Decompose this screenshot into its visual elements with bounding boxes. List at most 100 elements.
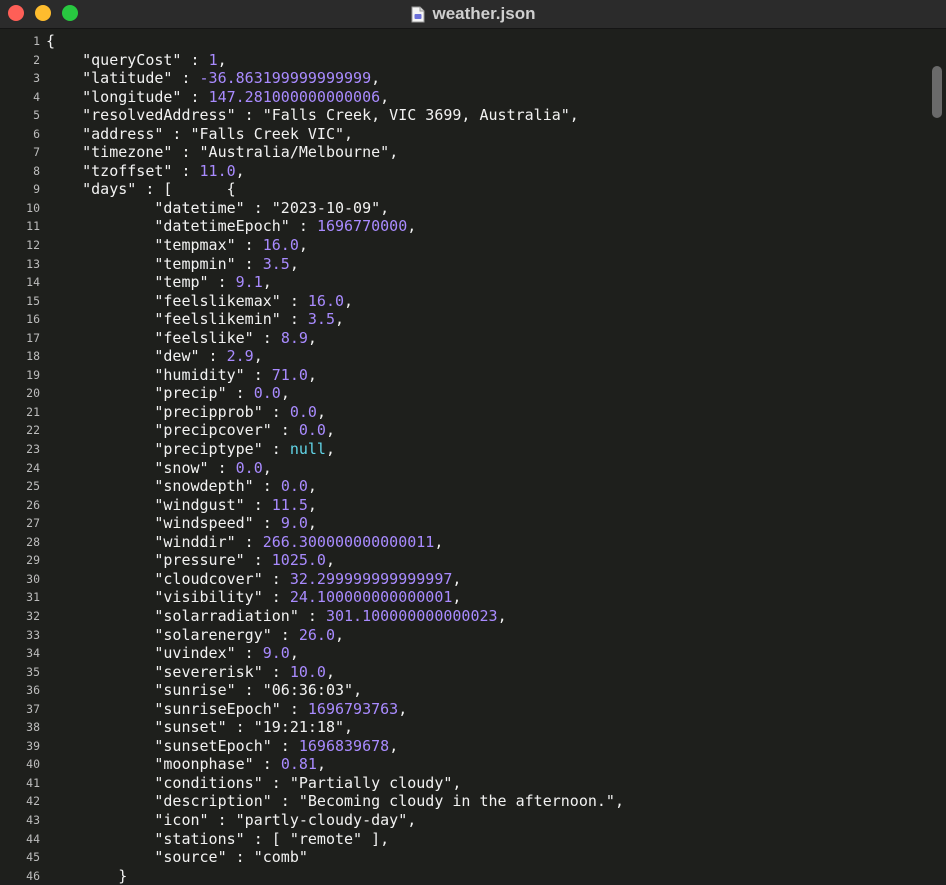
json-number: 0.0 — [253, 384, 281, 403]
line-code: "preciptype" : null, — [46, 440, 335, 459]
line-number: 20 — [26, 386, 40, 401]
json-number: 16.0 — [262, 236, 299, 255]
editor-window: weather.json 1 {2 "queryCost" : 1, 3 "lati… — [0, 0, 946, 885]
json-key: "solarradiation" — [154, 606, 299, 625]
json-punctuation — [46, 681, 154, 699]
json-key: "queryCost" — [82, 50, 182, 69]
json-punctuation — [46, 125, 82, 143]
json-string: "comb" — [253, 848, 308, 867]
scrollbar-thumb[interactable] — [932, 66, 942, 118]
line-number: 39 — [26, 738, 40, 753]
json-punctuation: : — [226, 848, 254, 867]
json-punctuation: , — [316, 755, 326, 774]
json-key: "days" — [82, 180, 137, 199]
json-punctuation: : — [262, 402, 290, 421]
json-punctuation — [46, 180, 82, 198]
json-key: "sunsetEpoch" — [154, 736, 272, 755]
json-punctuation — [46, 51, 82, 69]
json-punctuation — [46, 774, 154, 792]
json-punctuation: , — [217, 50, 227, 69]
json-key: "datetimeEpoch" — [154, 217, 290, 236]
line-number: 17 — [26, 330, 40, 345]
line-code: "pressure" : 1025.0, — [46, 551, 335, 570]
json-number: 3.5 — [262, 254, 290, 273]
json-key: "snow" — [154, 458, 209, 477]
line-number: 28 — [26, 534, 40, 549]
json-punctuation — [46, 700, 154, 718]
line-number: 19 — [26, 367, 40, 382]
json-punctuation — [46, 347, 154, 365]
line-number: 29 — [26, 553, 40, 568]
json-number: 1696793763 — [307, 699, 399, 718]
line-code: "queryCost" : 1, — [46, 51, 227, 70]
line-code: "sunriseEpoch" : 1696793763, — [46, 700, 407, 719]
json-punctuation: : — [289, 217, 317, 236]
json-number: 1696770000 — [316, 217, 408, 236]
line-code: "icon" : "partly-cloudy-day", — [46, 811, 416, 830]
json-punctuation: : — [172, 69, 200, 88]
json-punctuation: : — [235, 236, 263, 255]
json-key: "tempmin" — [154, 254, 236, 273]
json-punctuation: , — [262, 458, 272, 477]
json-key: "humidity" — [154, 365, 245, 384]
json-punctuation — [46, 459, 154, 477]
json-punctuation — [46, 255, 154, 273]
json-string: "19:21:18" — [253, 718, 345, 737]
json-punctuation — [46, 477, 154, 495]
json-punctuation — [46, 217, 154, 235]
json-punctuation — [46, 310, 154, 328]
json-number: 26.0 — [298, 625, 335, 644]
json-punctuation: , — [398, 699, 408, 718]
line-code: "precipprob" : 0.0, — [46, 403, 326, 422]
json-key: "address" — [82, 124, 164, 143]
json-punctuation: : — [163, 124, 191, 143]
line-code: "tempmax" : 16.0, — [46, 236, 308, 255]
line-code: "feelslike" : 8.9, — [46, 329, 317, 348]
json-punctuation: , — [262, 273, 272, 292]
json-punctuation — [46, 811, 154, 829]
json-punctuation: : — [253, 514, 281, 533]
json-punctuation: : — [280, 699, 308, 718]
line-number: 12 — [26, 238, 40, 253]
json-string: "Partially cloudy" — [289, 773, 453, 792]
line-code: "sunset" : "19:21:18", — [46, 718, 353, 737]
json-punctuation: , — [307, 477, 317, 496]
line-number: 26 — [26, 497, 40, 512]
json-string: "Falls Creek VIC" — [190, 124, 345, 143]
line-code: "longitude" : 147.281000000000006, — [46, 88, 389, 107]
json-string: "2023-10-09" — [271, 198, 381, 217]
json-punctuation: , — [497, 606, 507, 625]
json-punctuation: : — [262, 440, 290, 459]
vertical-scrollbar[interactable] — [932, 61, 942, 881]
json-number: 24.100000000000001 — [289, 588, 453, 607]
json-key: "winddir" — [154, 532, 236, 551]
json-string: "remote" — [289, 829, 363, 848]
json-punctuation: : — [262, 662, 290, 681]
json-punctuation: : — [244, 551, 272, 570]
json-punctuation — [46, 718, 154, 736]
json-key: "timezone" — [82, 143, 173, 162]
line-number: 4 — [33, 89, 40, 104]
line-number: 9 — [33, 182, 40, 197]
line-code: "tzoffset" : 11.0, — [46, 162, 245, 181]
json-punctuation — [46, 830, 154, 848]
json-string: "partly-cloudy-day" — [235, 810, 408, 829]
json-number: 0.0 — [235, 458, 263, 477]
json-key: "longitude" — [82, 87, 182, 106]
json-punctuation — [46, 848, 154, 866]
line-number: 16 — [26, 312, 40, 327]
line-number: 21 — [26, 404, 40, 419]
json-punctuation — [46, 421, 154, 439]
json-key: "resolvedAddress" — [82, 106, 236, 125]
json-key: "dew" — [154, 347, 200, 366]
json-punctuation: : — [208, 458, 236, 477]
json-number: 1025.0 — [271, 551, 326, 570]
line-number: 41 — [26, 775, 40, 790]
json-punctuation: : — [172, 143, 200, 162]
json-punctuation: , — [569, 106, 579, 125]
json-punctuation: , — [452, 773, 462, 792]
json-key: "stations" — [154, 829, 245, 848]
code-editor[interactable]: 1 {2 "queryCost" : 1, 3 "latitude" : -36.8… — [0, 29, 946, 885]
line-code: "conditions" : "Partially cloudy", — [46, 774, 461, 793]
line-code: "datetimeEpoch" : 1696770000, — [46, 217, 416, 236]
